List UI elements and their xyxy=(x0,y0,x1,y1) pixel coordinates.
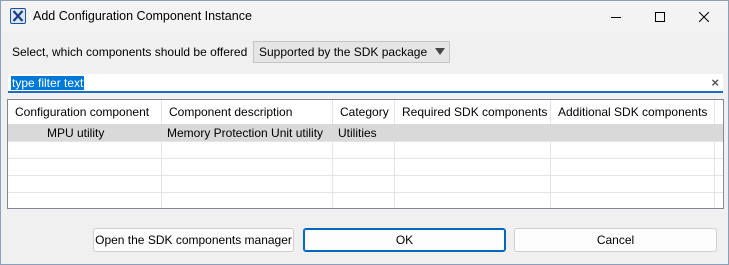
minimize-icon xyxy=(611,16,621,18)
row-divider xyxy=(8,192,723,193)
title-bar[interactable]: Add Configuration Component Instance xyxy=(1,1,728,32)
table-header: Configuration component Component descri… xyxy=(8,100,723,124)
row-divider xyxy=(8,175,723,176)
cell-additional xyxy=(551,124,714,141)
column-header-component-description[interactable]: Component description xyxy=(162,100,333,124)
filter-input-text: type filter text xyxy=(11,76,85,90)
offer-selector-dropdown[interactable]: Supported by the SDK package xyxy=(253,41,450,63)
offer-selector-label: Select, which components should be offer… xyxy=(12,45,248,59)
close-button[interactable] xyxy=(682,1,726,32)
column-header-category[interactable]: Category xyxy=(333,100,395,124)
ok-button[interactable]: OK xyxy=(303,228,506,252)
column-header-required-sdk[interactable]: Required SDK components xyxy=(395,100,551,124)
column-header-additional-sdk[interactable]: Additional SDK components xyxy=(551,100,715,124)
cell-description: Memory Protection Unit utility xyxy=(167,126,324,140)
table-row[interactable]: MPU utility Memory Protection Unit utili… xyxy=(8,124,723,141)
open-sdk-manager-button[interactable]: Open the SDK components manager xyxy=(93,228,294,252)
x-box-icon xyxy=(10,8,26,24)
cell-category: Utilities xyxy=(338,126,377,140)
filter-input[interactable]: type filter text × xyxy=(8,74,723,93)
chevron-down-icon xyxy=(435,48,445,55)
maximize-button[interactable] xyxy=(638,1,682,32)
components-table: Configuration component Component descri… xyxy=(7,99,724,209)
offer-selector-value: Supported by the SDK package xyxy=(259,45,428,59)
cancel-label: Cancel xyxy=(596,233,635,247)
ok-label: OK xyxy=(395,233,414,247)
minimize-button[interactable] xyxy=(594,1,638,32)
row-divider xyxy=(8,141,723,142)
dialog-window: Add Configuration Component Instance Sel… xyxy=(0,0,729,265)
maximize-icon xyxy=(655,11,665,22)
window-title: Add Configuration Component Instance xyxy=(33,9,252,23)
clear-filter-icon[interactable]: × xyxy=(711,75,719,90)
close-icon xyxy=(699,11,709,22)
column-header-configuration-component[interactable]: Configuration component xyxy=(8,100,162,124)
cell-required xyxy=(395,124,550,141)
cell-component: MPU utility xyxy=(47,126,105,140)
row-divider xyxy=(8,158,723,159)
open-sdk-manager-label: Open the SDK components manager xyxy=(95,233,292,247)
cancel-button[interactable]: Cancel xyxy=(514,228,717,252)
